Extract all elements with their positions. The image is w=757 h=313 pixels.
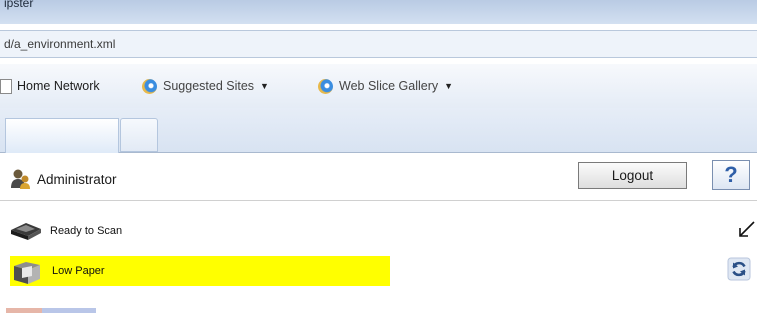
dropdown-caret-icon: ▼ bbox=[260, 81, 269, 91]
status-item-ready: Ready to Scan bbox=[8, 220, 388, 242]
ie-icon bbox=[142, 78, 157, 94]
printer-icon bbox=[10, 260, 46, 284]
status-item-low-paper: Low Paper bbox=[10, 256, 390, 286]
partial-content-fragment bbox=[6, 308, 96, 313]
window-title: ipster bbox=[4, 0, 34, 10]
favorite-label: Suggested Sites bbox=[163, 79, 255, 93]
refresh-button[interactable] bbox=[726, 257, 752, 286]
refresh-icon bbox=[727, 257, 751, 286]
new-tab-button[interactable] bbox=[120, 118, 158, 152]
user-label: Administrator bbox=[37, 172, 117, 187]
dropdown-caret-icon: ▼ bbox=[444, 81, 454, 91]
address-url[interactable]: d/a_environment.xml bbox=[4, 37, 115, 51]
logout-button[interactable]: Logout bbox=[578, 162, 687, 189]
browser-title-bar: ipster bbox=[0, 0, 757, 24]
status-label: Low Paper bbox=[52, 265, 105, 277]
user-group-icon bbox=[10, 168, 32, 190]
status-label: Ready to Scan bbox=[50, 225, 123, 237]
favorite-web-slice-gallery[interactable]: Web Slice Gallery ▼ bbox=[318, 78, 453, 94]
help-button[interactable]: ? bbox=[712, 160, 750, 190]
favorite-label: Web Slice Gallery bbox=[339, 79, 439, 93]
page-icon bbox=[0, 78, 12, 94]
favorite-suggested-sites[interactable]: Suggested Sites ▼ bbox=[142, 78, 269, 94]
tab-strip bbox=[0, 108, 757, 153]
browser-tab-active[interactable] bbox=[5, 118, 119, 153]
app-header: Administrator Logout ? bbox=[0, 158, 757, 201]
ie-icon bbox=[318, 78, 333, 94]
address-bar[interactable]: d/a_environment.xml bbox=[0, 30, 757, 58]
favorite-home-network[interactable]: Home Network bbox=[0, 78, 100, 94]
favorites-bar: Home Network Suggested Sites ▼ Web Slice… bbox=[0, 64, 757, 108]
annotation-arrow-icon bbox=[736, 220, 756, 240]
scanner-icon bbox=[8, 220, 44, 242]
favorite-label: Home Network bbox=[17, 79, 100, 93]
